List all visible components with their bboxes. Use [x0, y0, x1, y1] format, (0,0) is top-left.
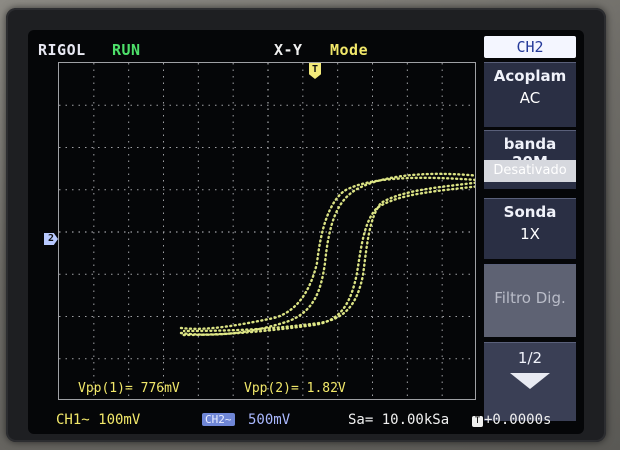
coupling-value: AC — [519, 89, 541, 107]
menu-title-ch2[interactable]: CH2 — [484, 36, 576, 58]
menu-probe[interactable]: Sonda 1X — [484, 198, 576, 259]
trace-segment — [179, 176, 475, 330]
waveform-grid — [58, 62, 476, 400]
trace-segment — [179, 172, 475, 336]
mode-label: Mode — [330, 41, 369, 59]
probe-value: 1X — [520, 225, 540, 243]
trigger-offset-value: +0.0000s — [484, 412, 552, 428]
xy-trace — [179, 172, 475, 337]
ch2-level-marker[interactable]: 2 — [44, 233, 58, 245]
bandwidth-value: Desativado — [484, 160, 576, 182]
trigger-offset[interactable]: T +0.0000s — [472, 412, 551, 428]
mode-xy: X-Y — [274, 41, 303, 59]
trace-segment — [182, 181, 475, 333]
menu-digital-filter[interactable]: Filtro Dig. — [484, 264, 576, 337]
bottom-status-bar: CH1~ 100mV CH2~ 500mV Sa= 10.00kSa T +0.0… — [28, 404, 584, 434]
oscilloscope-screen: RIGOL RUN X-Y Mode T 2 Vpp(1)= 776mV Vpp… — [28, 30, 584, 434]
channel-menu: CH2 Acoplam AC banda 20M Desativado Sond… — [480, 32, 580, 424]
vpp2-measurement: Vpp(2)= 1.82V — [244, 381, 346, 396]
trigger-icon: T — [472, 416, 483, 427]
sample-rate: Sa= 10.00kSa — [348, 412, 450, 428]
menu-coupling[interactable]: Acoplam AC — [484, 62, 576, 127]
brand-label: RIGOL — [38, 41, 86, 59]
digital-filter-label: Filtro Dig. — [494, 289, 566, 307]
ch2-tag[interactable]: CH2~ — [202, 413, 235, 426]
menu-page-label: 1/2 — [517, 349, 543, 367]
trace-segment — [179, 185, 475, 337]
vpp1-measurement: Vpp(1)= 776mV — [78, 381, 180, 396]
ch1-scale[interactable]: CH1~ 100mV — [56, 412, 140, 428]
run-state: RUN — [112, 41, 141, 59]
oscilloscope-bezel: RIGOL RUN X-Y Mode T 2 Vpp(1)= 776mV Vpp… — [6, 8, 606, 442]
probe-label: Sonda — [503, 203, 557, 221]
arrow-down-icon — [510, 373, 550, 389]
ch2-scale[interactable]: 500mV — [248, 412, 290, 428]
coupling-label: Acoplam — [493, 67, 567, 85]
top-status-bar: RIGOL RUN X-Y Mode — [28, 30, 474, 60]
